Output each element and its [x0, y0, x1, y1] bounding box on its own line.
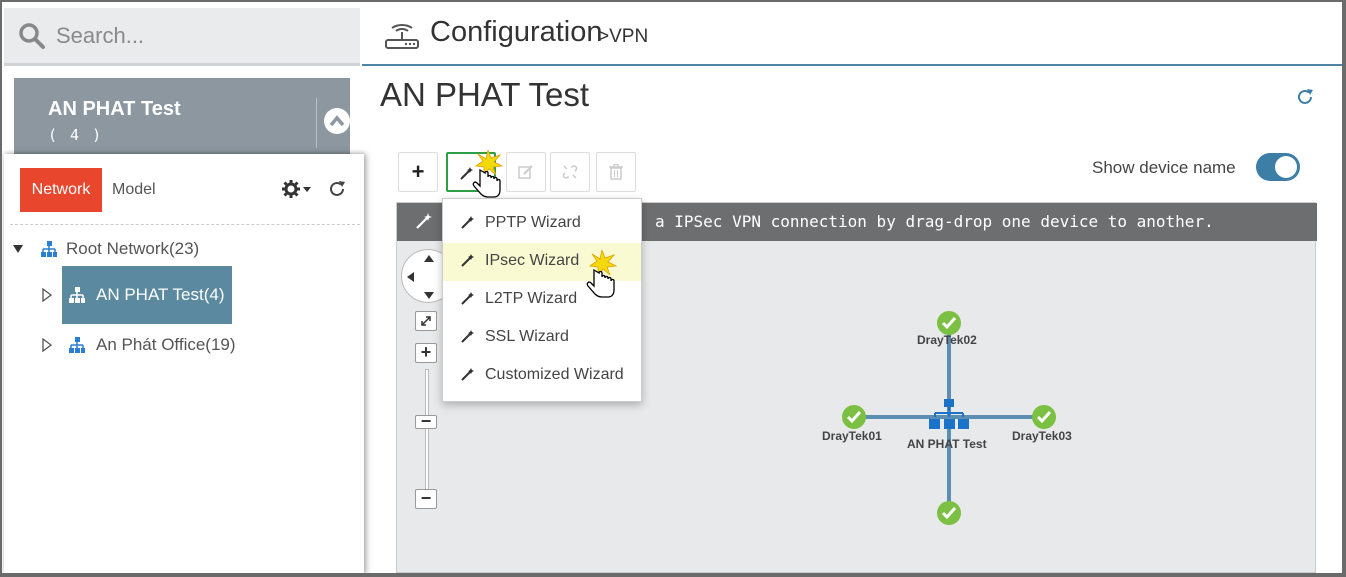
header: Configuration >VPN: [362, 2, 1342, 66]
menu-item-label: IPsec Wizard: [485, 252, 580, 269]
center-node-label: AN PHAT Test: [907, 437, 987, 451]
status-ok-icon[interactable]: [1032, 405, 1056, 429]
unlink-button[interactable]: [550, 152, 590, 192]
click-cursor-icon: [586, 250, 618, 298]
menu-item-label: L2TP Wizard: [485, 290, 578, 307]
trash-icon: [609, 164, 623, 180]
node-label: DrayTek01: [822, 429, 882, 443]
router-icon: [385, 24, 419, 49]
magic-wand-icon: [461, 330, 474, 343]
tree-item[interactable]: AN PHAT Test(4): [10, 280, 350, 310]
tree-item-label: An Phát Office(19): [96, 335, 236, 354]
tree-item[interactable]: An Phát Office(19): [10, 330, 350, 360]
magic-wand-icon: [461, 292, 474, 305]
unlink-icon: [562, 165, 578, 179]
wizard-menu: PPTP Wizard IPsec Wizard L2TP Wizard SSL…: [442, 198, 642, 402]
refresh-icon[interactable]: [1296, 88, 1314, 106]
show-device-name-label: Show device name: [1092, 158, 1236, 177]
tree-root-label: Root Network(23): [66, 239, 200, 258]
magic-wand-icon: [461, 368, 474, 381]
triangle-down-icon[interactable]: [12, 244, 24, 254]
menu-item-label: SSL Wizard: [485, 328, 569, 345]
header-title: Configuration: [430, 16, 603, 48]
menu-item-label: PPTP Wizard: [485, 214, 581, 231]
delete-button[interactable]: [596, 152, 636, 192]
node-label: DrayTek02: [917, 333, 977, 347]
tree-divider: [10, 224, 360, 225]
tab-network[interactable]: Network: [20, 168, 102, 212]
chevron-up-icon: [329, 115, 345, 127]
group-count: ( 4 ): [48, 126, 104, 144]
left-panel: AN PHAT Test ( 4 ) Network Model: [2, 2, 364, 574]
triangle-right-icon[interactable]: [42, 338, 52, 352]
edit-button[interactable]: [506, 152, 546, 192]
collapse-button[interactable]: [324, 108, 350, 134]
refresh-icon[interactable]: [328, 180, 346, 198]
divider: [316, 98, 317, 148]
page-title: AN PHAT Test: [380, 76, 590, 113]
edit-icon: [518, 165, 533, 179]
click-cursor-icon: [472, 150, 504, 198]
toggle-knob: [1275, 156, 1297, 178]
breadcrumb[interactable]: >VPN: [598, 26, 648, 48]
network-icon: [41, 241, 57, 257]
status-ok-icon[interactable]: [842, 405, 866, 429]
magic-wand-icon: [461, 216, 474, 229]
search-bar: [4, 8, 360, 66]
center-node-icon[interactable]: [929, 399, 969, 429]
status-ok-icon[interactable]: [937, 311, 961, 335]
menu-item-pptp-wizard[interactable]: PPTP Wizard: [443, 205, 641, 243]
menu-item-label: Customized Wizard: [485, 366, 624, 383]
add-button[interactable]: +: [398, 152, 438, 192]
menu-item-ssl-wizard[interactable]: SSL Wizard: [443, 319, 641, 357]
gear-icon[interactable]: [282, 180, 312, 198]
network-icon: [69, 337, 85, 353]
tree-root[interactable]: Root Network(23): [10, 234, 350, 264]
search-input[interactable]: [56, 18, 346, 54]
search-icon: [19, 23, 45, 49]
network-icon: [69, 287, 85, 303]
tab-model[interactable]: Model: [112, 168, 156, 212]
group-name: AN PHAT Test: [48, 98, 181, 120]
triangle-right-icon[interactable]: [42, 288, 52, 302]
status-ok-icon[interactable]: [937, 501, 961, 525]
magic-wand-icon: [461, 254, 474, 267]
network-tree-panel: Network Model Root Network(23) AN PHAT T…: [4, 154, 364, 574]
node-label: DrayTek03: [1012, 429, 1072, 443]
tree-item-label: AN PHAT Test(4): [96, 285, 225, 304]
show-device-name-toggle[interactable]: [1256, 153, 1300, 181]
menu-item-customized-wizard[interactable]: Customized Wizard: [443, 357, 641, 395]
